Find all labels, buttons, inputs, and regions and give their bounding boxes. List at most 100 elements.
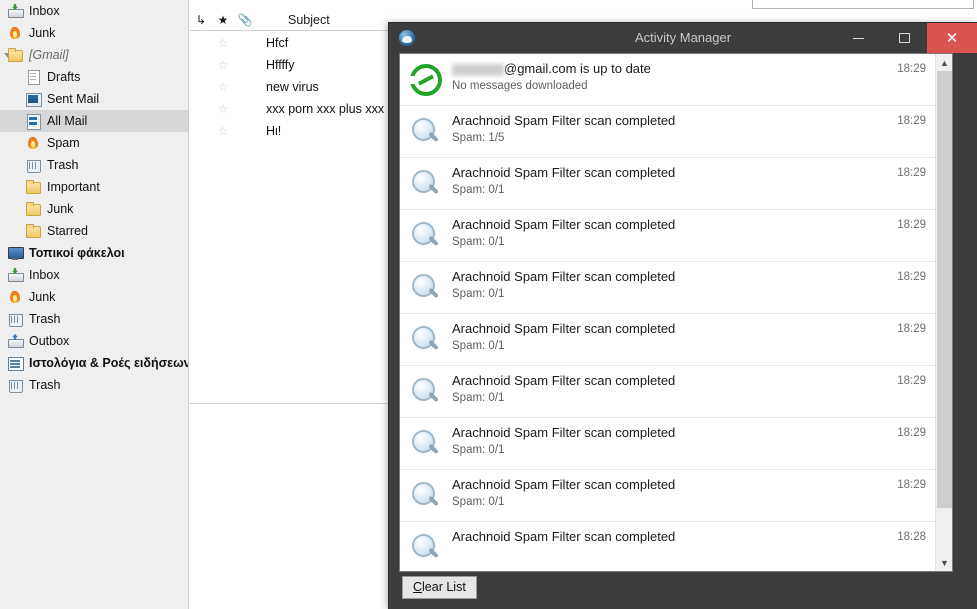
star-icon[interactable]: ☆	[212, 58, 234, 72]
close-icon: ✕	[945, 29, 959, 47]
activity-timestamp: 18:29	[897, 271, 926, 283]
sidebar-item-spam[interactable]: Spam	[0, 132, 188, 154]
activity-subtitle: Spam: 1/5	[452, 132, 505, 144]
activity-manager-titlebar[interactable]: Activity Manager ✕	[389, 23, 977, 53]
message-subject: new virus	[266, 80, 319, 94]
thread-column-icon[interactable]: ↳	[190, 9, 212, 31]
search-input[interactable]	[752, 0, 974, 9]
sidebar-item-sent-mail[interactable]: Sent Mail	[0, 88, 188, 110]
activity-title: Arachnoid Spam Filter scan completed	[452, 269, 676, 284]
sidebar-item-drafts[interactable]: Drafts	[0, 66, 188, 88]
activity-manager-footer: Clear List	[399, 572, 953, 609]
scrollbar-thumb[interactable]	[937, 71, 952, 508]
star-icon[interactable]: ☆	[212, 102, 234, 116]
folder-icon	[25, 179, 41, 195]
activity-row[interactable]: Arachnoid Spam Filter scan completed Spam…	[400, 366, 936, 418]
activity-row[interactable]: Arachnoid Spam Filter scan completed Spam…	[400, 158, 936, 210]
sidebar-item-all-mail[interactable]: All Mail	[0, 110, 188, 132]
activity-row[interactable]: Arachnoid Spam Filter scan completed Spam…	[400, 418, 936, 470]
activity-title: Arachnoid Spam Filter scan completed	[452, 217, 676, 232]
activity-row[interactable]: Arachnoid Spam Filter scan completed 18:2…	[400, 522, 936, 571]
activity-row[interactable]: Arachnoid Spam Filter scan completed Spam…	[400, 314, 936, 366]
junk-icon	[25, 135, 41, 151]
sidebar-item-label: Outbox	[29, 334, 70, 348]
sidebar-item-label: Trash	[29, 312, 61, 326]
maximize-button[interactable]	[881, 23, 927, 53]
feed-icon	[7, 355, 24, 371]
activity-row[interactable]: @gmail.com is up to date No messages down…	[400, 54, 936, 106]
activity-row[interactable]: Arachnoid Spam Filter scan completed Spam…	[400, 210, 936, 262]
sidebar-item-starred[interactable]: Starred	[0, 220, 188, 242]
activity-subtitle: Spam: 0/1	[452, 236, 505, 248]
scroll-up-icon[interactable]: ▲	[936, 54, 952, 71]
folder-pane[interactable]: Inbox Junk [Gmail] Drafts Sent Mail All Mail S…	[0, 0, 189, 609]
activity-title: @gmail.com is up to date	[504, 61, 651, 76]
clear-list-accel: C	[413, 580, 423, 594]
star-icon[interactable]: ☆	[212, 124, 234, 138]
activity-row[interactable]: Arachnoid Spam Filter scan completed Spam…	[400, 106, 936, 158]
magnify-icon	[410, 376, 442, 408]
sidebar-item-inbox[interactable]: Inbox	[0, 264, 188, 286]
sync-icon	[410, 64, 442, 96]
activity-row[interactable]: Arachnoid Spam Filter scan completed Spam…	[400, 470, 936, 522]
sidebar-item-label: Sent Mail	[47, 92, 100, 106]
outbox-icon	[7, 333, 24, 349]
minimize-button[interactable]	[835, 23, 881, 53]
sidebar-item-junk[interactable]: Junk	[0, 198, 188, 220]
subject-column-header[interactable]: Subject	[288, 13, 330, 27]
sidebar-item-important[interactable]: Important	[0, 176, 188, 198]
clear-list-label: lear List	[422, 580, 466, 594]
sidebar-item-junk[interactable]: Junk	[0, 286, 188, 308]
folder-icon	[7, 47, 23, 63]
star-icon[interactable]: ☆	[212, 36, 234, 50]
sidebar-item-label: Spam	[47, 136, 80, 150]
sidebar-item-gmail[interactable]: [Gmail]	[0, 44, 188, 66]
activity-timestamp: 18:29	[897, 167, 926, 179]
sidebar-item-label: Inbox	[29, 268, 60, 282]
sidebar-item-label: Junk	[29, 26, 56, 40]
activity-list[interactable]: @gmail.com is up to date No messages down…	[400, 54, 936, 571]
activity-timestamp: 18:29	[897, 427, 926, 439]
scroll-down-icon[interactable]: ▼	[936, 554, 952, 571]
magnify-icon	[410, 168, 442, 200]
draft-icon	[25, 69, 41, 85]
sidebar-item-label: [Gmail]	[29, 48, 69, 62]
activity-timestamp: 18:29	[897, 479, 926, 491]
trash-icon	[7, 311, 23, 327]
activity-row[interactable]: Arachnoid Spam Filter scan completed Spam…	[400, 262, 936, 314]
sidebar-item-inbox[interactable]: Inbox	[0, 0, 188, 22]
close-button[interactable]: ✕	[927, 23, 977, 53]
magnify-icon	[410, 324, 442, 356]
activity-list-container: @gmail.com is up to date No messages down…	[399, 53, 953, 572]
activity-title: Arachnoid Spam Filter scan completed	[452, 425, 676, 440]
sidebar-item-trash[interactable]: Trash	[0, 308, 188, 330]
magnify-icon	[410, 480, 442, 512]
activity-list-scrollbar[interactable]: ▲ ▼	[935, 54, 952, 571]
sidebar-item-outbox[interactable]: Outbox	[0, 330, 188, 352]
junk-icon	[7, 289, 23, 305]
star-column-icon[interactable]: ★	[212, 9, 234, 31]
sidebar-item-label: Junk	[47, 202, 74, 216]
attachment-column-icon[interactable]: 📎	[234, 9, 256, 31]
minimize-icon	[852, 37, 864, 39]
sidebar-item-trash[interactable]: Trash	[0, 374, 188, 396]
message-subject: Hffffy	[266, 58, 295, 72]
sidebar-item-label: Inbox	[29, 4, 60, 18]
message-subject: Hι!	[266, 124, 282, 138]
sidebar-item-[interactable]: Τοπικοί φάκελοι	[0, 242, 188, 264]
activity-subtitle: Spam: 0/1	[452, 288, 505, 300]
sidebar-item-[interactable]: Ιστολόγια & Ροές ειδήσεων	[0, 352, 188, 374]
sidebar-item-junk[interactable]: Junk	[0, 22, 188, 44]
star-icon[interactable]: ☆	[212, 80, 234, 94]
sidebar-item-label: Junk	[29, 290, 56, 304]
message-subject: Hfcf	[266, 36, 289, 50]
activity-title: Arachnoid Spam Filter scan completed	[452, 165, 676, 180]
sidebar-item-trash[interactable]: Trash	[0, 154, 188, 176]
clear-list-button[interactable]: Clear List	[402, 576, 477, 599]
allmail-icon	[25, 113, 41, 130]
activity-subtitle: Spam: 0/1	[452, 184, 505, 196]
sidebar-item-label: Important	[47, 180, 100, 194]
activity-timestamp: 18:29	[897, 115, 926, 127]
monitor-icon	[7, 245, 24, 261]
activity-timestamp: 18:29	[897, 63, 926, 75]
